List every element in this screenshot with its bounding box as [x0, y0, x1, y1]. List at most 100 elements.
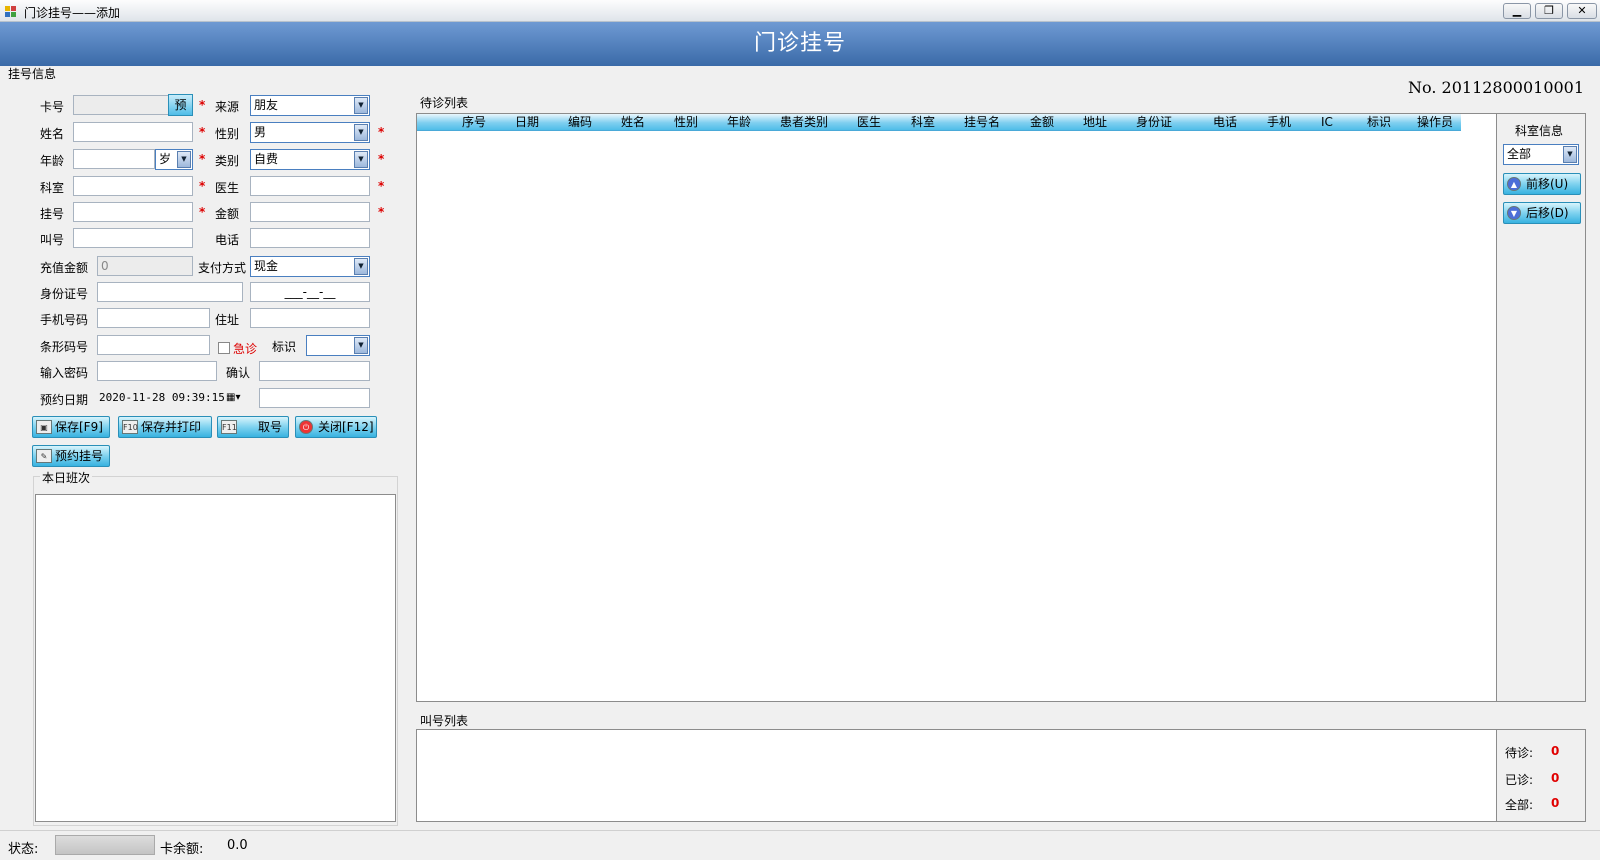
- required-star: *: [378, 152, 385, 166]
- dept-select-value: 全部: [1507, 147, 1532, 161]
- take-number-button-label: 取号: [257, 420, 282, 434]
- dept-input[interactable]: [73, 176, 193, 196]
- today-shift-list[interactable]: [35, 494, 396, 822]
- dept-label: 科室: [40, 181, 65, 195]
- save-print-button[interactable]: F10 保存并打印: [118, 416, 212, 438]
- emergency-checkbox[interactable]: [218, 342, 230, 354]
- gender-value: 男: [254, 125, 267, 139]
- appointment-button[interactable]: ✎ 预约挂号: [32, 445, 110, 467]
- chevron-down-icon: ▼: [354, 97, 368, 114]
- reg-input[interactable]: [73, 202, 193, 222]
- idcard-input[interactable]: [97, 282, 243, 302]
- category-select[interactable]: 自费 ▼: [250, 149, 370, 170]
- doctor-input[interactable]: [250, 176, 370, 196]
- amount-input[interactable]: [250, 202, 370, 222]
- window-title: 门诊挂号——添加: [24, 6, 121, 20]
- phone-input[interactable]: [250, 228, 370, 248]
- age-unit-select[interactable]: 岁 ▼: [155, 149, 193, 170]
- mark-select[interactable]: ▼: [306, 335, 370, 356]
- appt-extra-input[interactable]: [259, 388, 370, 408]
- pre-button[interactable]: 预: [168, 94, 193, 116]
- call-list-title: 叫号列表: [420, 714, 469, 728]
- barcode-input[interactable]: [97, 335, 210, 355]
- floppy-icon: ▣: [36, 420, 52, 434]
- address-input[interactable]: [250, 308, 370, 328]
- card-label: 卡号: [40, 100, 65, 114]
- appointment-icon: ✎: [36, 449, 52, 463]
- close-button[interactable]: ⏻ 关闭[F12]: [295, 416, 377, 438]
- source-select[interactable]: 朋友 ▼: [250, 95, 370, 116]
- phone-label: 电话: [215, 233, 240, 247]
- move-up-button[interactable]: ▲ 前移(U): [1503, 173, 1581, 195]
- column-header[interactable]: 身份证: [1136, 114, 1172, 131]
- column-header[interactable]: 日期: [515, 114, 539, 131]
- password-label: 输入密码: [40, 366, 89, 380]
- waiting-list-title: 待诊列表: [420, 96, 469, 110]
- name-input[interactable]: [73, 122, 193, 142]
- column-header[interactable]: 手机: [1267, 114, 1291, 131]
- waiting-counter-value: 0: [1551, 744, 1560, 758]
- reg-label: 挂号: [40, 207, 65, 221]
- column-header[interactable]: 挂号名: [964, 114, 1000, 131]
- confirm-label: 确认: [226, 366, 251, 380]
- column-header[interactable]: 标识: [1367, 114, 1391, 131]
- recharge-label: 充值金额: [40, 261, 89, 275]
- recharge-input[interactable]: 0: [97, 256, 193, 276]
- column-header[interactable]: 医生: [857, 114, 881, 131]
- card-input[interactable]: [73, 95, 169, 115]
- move-down-button[interactable]: ▼ 后移(D): [1503, 202, 1581, 224]
- save-button[interactable]: ▣ 保存[F9]: [32, 416, 110, 438]
- waiting-list-table[interactable]: 序号 日期 编码 姓名 性别 年龄 患者类别 医生 科室 挂号名 金额 地址 身份证 电话 手机 IC 标识 操作…: [416, 113, 1497, 702]
- registration-number: No. 20112800010001: [1408, 78, 1585, 97]
- f11-key-icon: F11: [221, 420, 237, 434]
- column-header[interactable]: 序号: [462, 114, 486, 131]
- registration-group-title: 挂号信息: [8, 67, 57, 81]
- required-star: *: [199, 98, 206, 112]
- close-window-button[interactable]: ✕: [1567, 3, 1597, 19]
- column-header[interactable]: 患者类别: [780, 114, 828, 131]
- required-star: *: [199, 152, 206, 166]
- amount-label: 金额: [215, 207, 240, 221]
- column-header[interactable]: 电话: [1213, 114, 1237, 131]
- category-label: 类别: [215, 154, 240, 168]
- mobile-input[interactable]: [97, 308, 210, 328]
- column-header[interactable]: 编码: [568, 114, 592, 131]
- take-number-button[interactable]: F11 取号: [217, 416, 289, 438]
- required-star: *: [199, 125, 206, 139]
- close-button-label: 关闭[F12]: [318, 420, 374, 434]
- balance-value: 0.0: [227, 838, 248, 853]
- call-list[interactable]: [416, 729, 1497, 822]
- power-icon: ⏻: [299, 420, 313, 434]
- age-unit-value: 岁: [159, 152, 172, 166]
- dept-select[interactable]: 全部 ▼: [1503, 144, 1579, 165]
- pay-method-select[interactable]: 现金 ▼: [250, 256, 370, 277]
- minimize-button[interactable]: ▁: [1503, 3, 1531, 19]
- confirm-password-input[interactable]: [259, 361, 370, 381]
- column-header[interactable]: 年龄: [727, 114, 751, 131]
- waiting-counter-label: 待诊:: [1505, 746, 1534, 760]
- done-counter-label: 已诊:: [1505, 773, 1534, 787]
- status-label: 状态:: [8, 842, 39, 857]
- barcode-label: 条形码号: [40, 340, 89, 354]
- column-header[interactable]: 金额: [1030, 114, 1054, 131]
- age-input[interactable]: [73, 149, 155, 169]
- birthdate-input[interactable]: ___-__-__: [250, 282, 370, 302]
- column-header[interactable]: 姓名: [621, 114, 645, 131]
- arrow-up-icon: ▲: [1507, 177, 1521, 191]
- status-bar: 状态: 卡余额: 0.0: [0, 830, 1600, 860]
- page-banner: 门诊挂号: [0, 22, 1600, 66]
- column-header[interactable]: IC: [1321, 114, 1333, 131]
- column-header[interactable]: 操作员: [1417, 114, 1453, 131]
- password-input[interactable]: [97, 361, 217, 381]
- required-star: *: [378, 205, 385, 219]
- column-header[interactable]: 性别: [674, 114, 698, 131]
- column-header[interactable]: 地址: [1083, 114, 1107, 131]
- calendar-icon[interactable]: ▦▾: [226, 391, 246, 405]
- column-header[interactable]: 科室: [911, 114, 935, 131]
- age-label: 年龄: [40, 154, 65, 168]
- call-input[interactable]: [73, 228, 193, 248]
- maximize-button[interactable]: ❐: [1535, 3, 1563, 19]
- address-label: 住址: [215, 313, 240, 327]
- today-shift-title: 本日班次: [40, 469, 93, 486]
- gender-select[interactable]: 男 ▼: [250, 122, 370, 143]
